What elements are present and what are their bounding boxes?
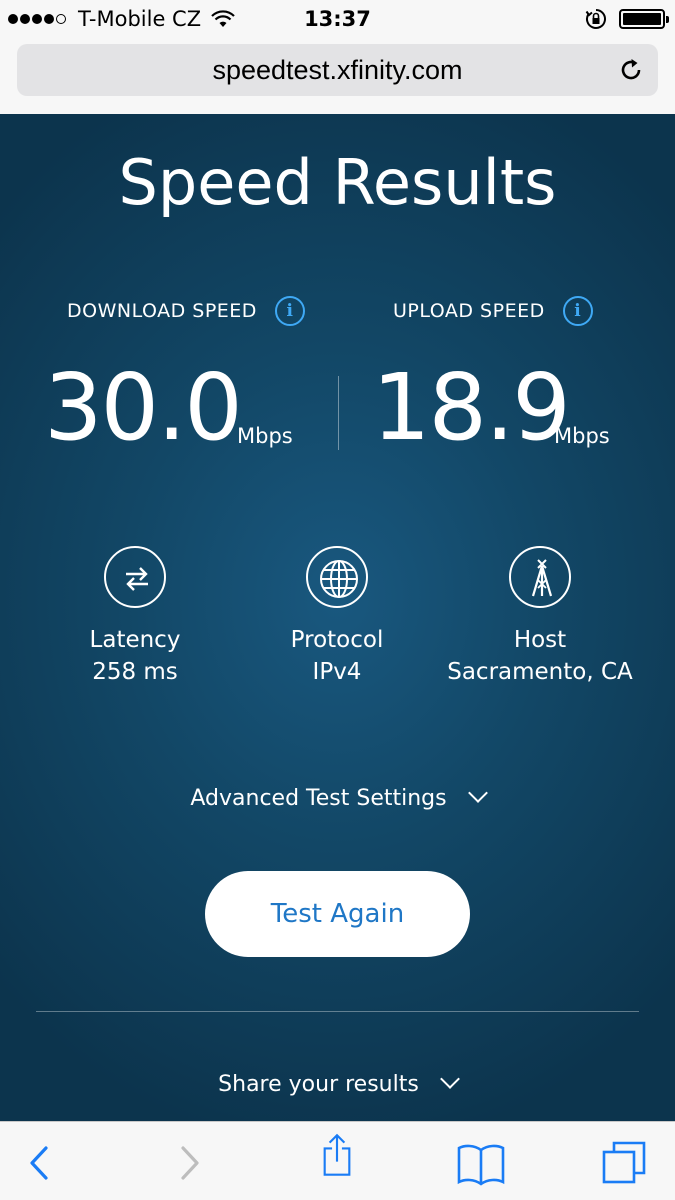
host-label: Host: [513, 627, 567, 653]
orientation-lock-icon: [585, 9, 606, 29]
url-field[interactable]: speedtest.xfinity.com: [17, 44, 658, 96]
share-results-toggle[interactable]: Share your results: [0, 1069, 675, 1097]
upload-unit: Mbps: [554, 424, 610, 448]
download-speed-label: DOWNLOAD SPEED i: [67, 296, 305, 326]
share-icon[interactable]: [312, 1132, 362, 1178]
upload-label-text: UPLOAD SPEED: [393, 300, 545, 322]
tabs-icon[interactable]: [600, 1140, 650, 1186]
download-unit: Mbps: [237, 424, 293, 448]
divider: [36, 1011, 639, 1012]
speed-results-panel: Speed Results DOWNLOAD SPEED i UPLOAD SP…: [0, 114, 675, 1121]
bookmarks-icon[interactable]: [456, 1140, 506, 1186]
info-icon[interactable]: i: [274, 296, 305, 326]
protocol-metric: Protocol IPv4: [227, 546, 447, 688]
speed-divider: [338, 376, 339, 450]
url-text: speedtest.xfinity.com: [212, 55, 463, 85]
protocol-value: IPv4: [312, 659, 362, 685]
latency-value: 258 ms: [92, 659, 178, 685]
safari-bottom-toolbar: [0, 1121, 675, 1200]
forward-icon[interactable]: [163, 1140, 213, 1186]
share-results-label: Share your results: [218, 1072, 419, 1097]
globe-icon: [306, 546, 368, 608]
download-speed-value: 30.0: [44, 354, 243, 461]
browser-toolbar: speedtest.xfinity.com: [0, 38, 675, 114]
latency-metric: Latency 258 ms: [25, 546, 245, 688]
download-label-text: DOWNLOAD SPEED: [67, 300, 257, 322]
arrows-exchange-icon: [104, 546, 166, 608]
page-title: Speed Results: [118, 146, 557, 219]
protocol-label: Protocol: [290, 627, 384, 653]
upload-speed-label: UPLOAD SPEED i: [393, 296, 593, 326]
reload-icon[interactable]: [616, 55, 646, 85]
info-icon[interactable]: i: [562, 296, 593, 326]
test-again-button[interactable]: Test Again: [205, 871, 470, 957]
advanced-test-settings-toggle[interactable]: Advanced Test Settings: [0, 783, 675, 811]
tower-icon: [509, 546, 571, 608]
host-metric: Host Sacramento, CA: [430, 546, 650, 688]
back-icon[interactable]: [16, 1140, 66, 1186]
status-right: [585, 8, 669, 30]
host-value: Sacramento, CA: [447, 659, 633, 685]
advanced-settings-label: Advanced Test Settings: [190, 786, 447, 811]
chevron-down-icon: [439, 1069, 460, 1089]
chevron-down-icon: [467, 783, 488, 803]
latency-label: Latency: [89, 627, 181, 653]
clock: 13:37: [304, 7, 371, 31]
status-bar: T-Mobile CZ 13:37: [0, 0, 675, 38]
upload-speed-value: 18.9: [372, 354, 571, 461]
battery-icon: [619, 9, 669, 29]
